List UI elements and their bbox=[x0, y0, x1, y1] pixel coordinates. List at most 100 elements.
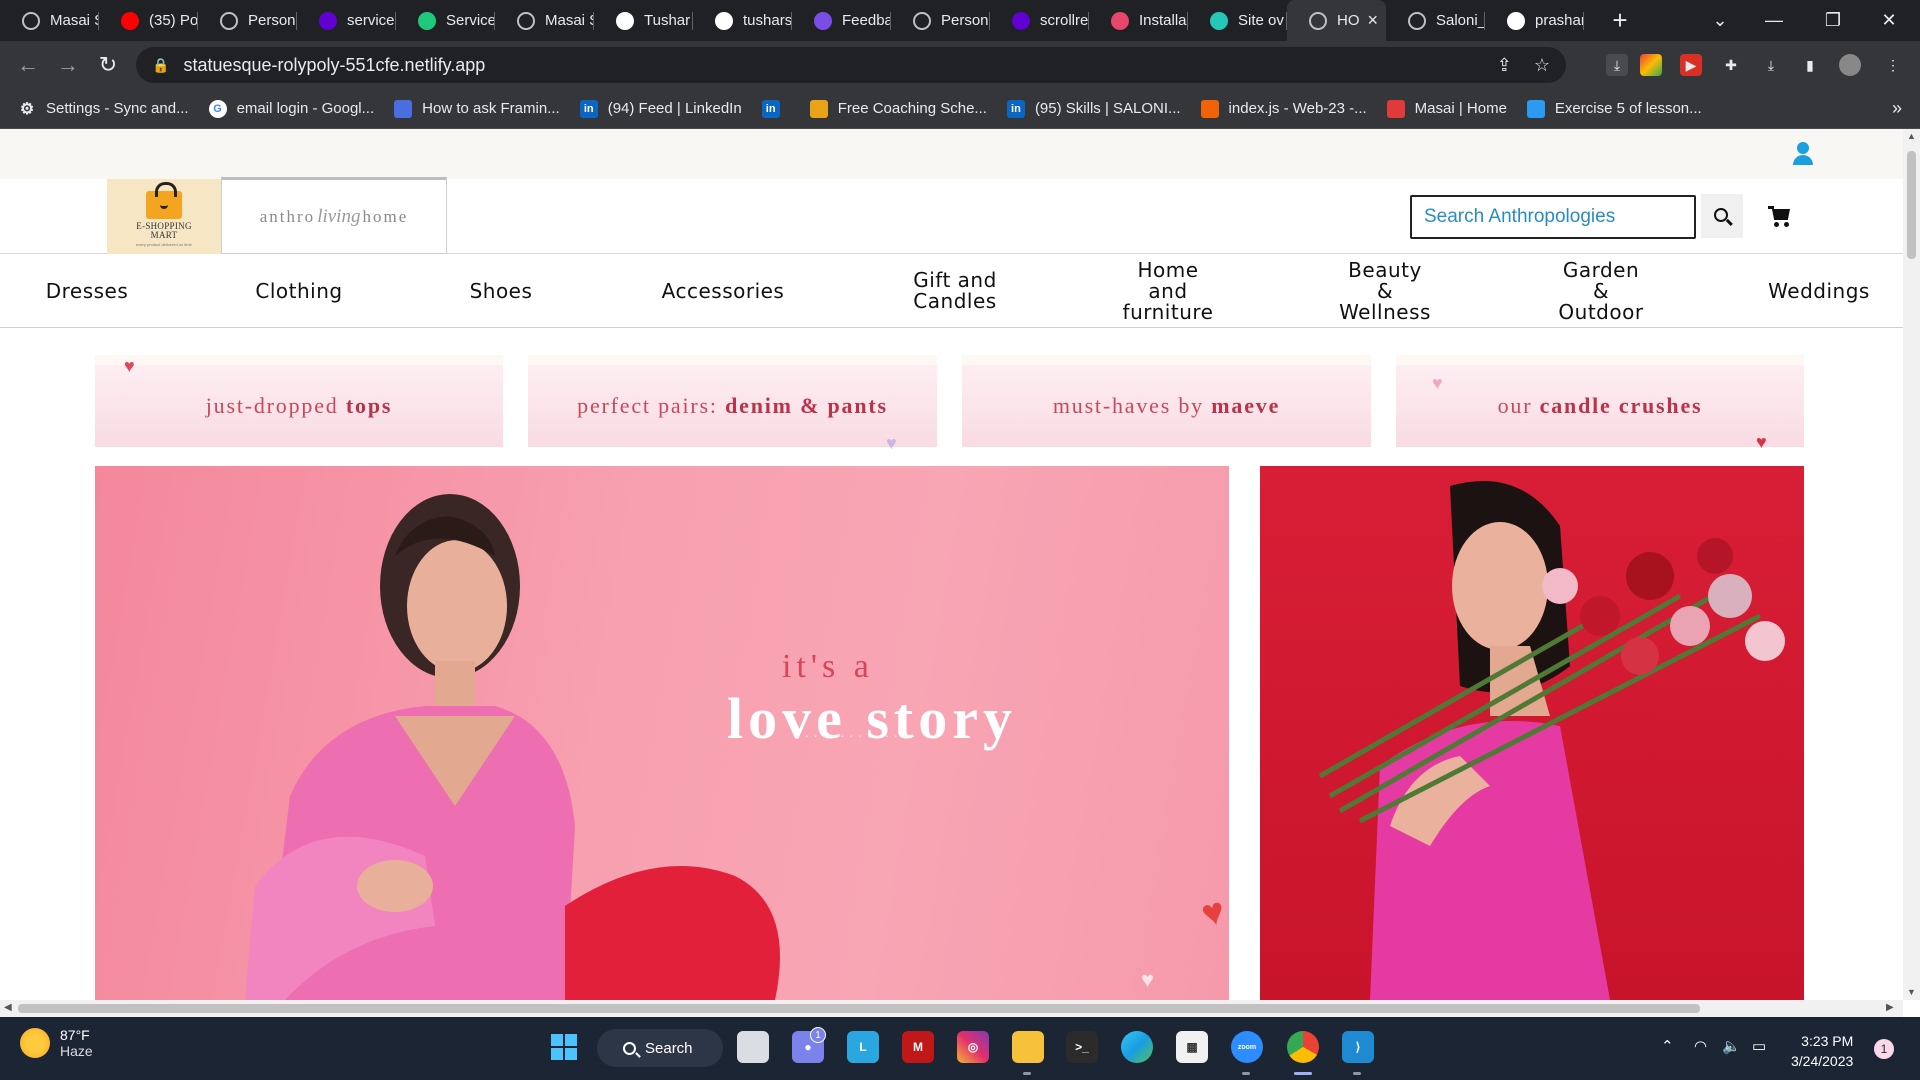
minimize-button[interactable]: — bbox=[1751, 0, 1797, 41]
nav-item[interactable]: Home and furniture bbox=[1068, 254, 1268, 328]
scrollbar-thumb[interactable] bbox=[1907, 151, 1916, 259]
restore-button[interactable]: ❐ bbox=[1810, 0, 1856, 41]
zoom-icon[interactable]: zoom bbox=[1231, 1031, 1263, 1063]
lightshot-icon[interactable]: L bbox=[847, 1031, 879, 1063]
windows-start-icon[interactable] bbox=[548, 1031, 580, 1063]
browser-tab[interactable]: Installa bbox=[1089, 0, 1188, 41]
hero-banner-image[interactable] bbox=[95, 466, 1229, 1000]
scroll-down-icon[interactable]: ▼ bbox=[1907, 987, 1916, 997]
bookmark-item[interactable]: in (95) Skills | SALONI... bbox=[1006, 99, 1181, 118]
browser-tab[interactable]: Site ov bbox=[1188, 0, 1287, 41]
volume-icon[interactable]: 🔈 bbox=[1722, 1037, 1741, 1055]
bookmark-item[interactable]: Free Coaching Sche... bbox=[809, 99, 987, 118]
eshopping-mart-logo[interactable]: E-SHOPPING MART every product delivered o… bbox=[107, 179, 221, 254]
nav-item[interactable]: Gift and Candles bbox=[855, 254, 1055, 328]
extension-1-icon[interactable]: ⤓ bbox=[1600, 41, 1634, 89]
url-text[interactable]: statuesque-rolypoly-551cfe.netlify.app bbox=[183, 55, 485, 76]
bookmark-item[interactable]: in (94) Feed | LinkedIn bbox=[579, 99, 742, 118]
forward-button[interactable]: → bbox=[48, 45, 88, 85]
file-explorer-icon[interactable] bbox=[1012, 1031, 1044, 1063]
more-bookmarks-icon[interactable]: » bbox=[1892, 98, 1902, 119]
browser-tab[interactable]: Saloni_ bbox=[1386, 0, 1485, 41]
browser-tab[interactable]: Tushar bbox=[594, 0, 693, 41]
chrome-icon[interactable] bbox=[1287, 1031, 1319, 1063]
instagram-icon[interactable]: ◎ bbox=[957, 1031, 989, 1063]
system-clock[interactable]: 3:23 PM 3/24/2023 bbox=[1791, 1031, 1853, 1071]
promo-tile[interactable]: our candle crushes bbox=[1396, 355, 1804, 447]
bookmark-item[interactable]: ⚙ Settings - Sync and... bbox=[18, 100, 189, 118]
close-tab-icon[interactable]: × bbox=[1368, 10, 1379, 31]
bookmark-item[interactable]: index.js - Web-23 -... bbox=[1200, 99, 1367, 118]
browser-tab[interactable]: Service bbox=[396, 0, 495, 41]
nav-item[interactable]: Clothing bbox=[199, 254, 399, 328]
horizontal-scrollbar[interactable]: ◀ ▶ bbox=[0, 1000, 1903, 1017]
scroll-up-icon[interactable]: ▲ bbox=[1907, 131, 1916, 141]
browser-tab[interactable]: Feedba bbox=[792, 0, 891, 41]
address-bar[interactable]: 🔒 statuesque-rolypoly-551cfe.netlify.app… bbox=[136, 47, 1566, 83]
bookmark-item[interactable]: in bbox=[761, 99, 790, 118]
extensions-puzzle-icon[interactable]: ✚ bbox=[1714, 41, 1748, 89]
share-icon[interactable]: ⇪ bbox=[1497, 55, 1512, 76]
vscode-icon[interactable]: ⟩ bbox=[1342, 1031, 1374, 1063]
weather-widget[interactable]: 87°F Haze bbox=[20, 1027, 93, 1059]
nav-item[interactable]: Shoes bbox=[401, 254, 601, 328]
bookmark-item[interactable]: How to ask Framin... bbox=[394, 99, 560, 118]
taskbar-search[interactable]: Search bbox=[597, 1029, 723, 1067]
browser-tab[interactable]: tushars bbox=[693, 0, 792, 41]
reload-button[interactable]: ↻ bbox=[88, 45, 128, 85]
extension-2-icon[interactable] bbox=[1634, 41, 1668, 89]
promo-tile[interactable]: must-haves by maeve bbox=[962, 355, 1371, 447]
promo-tile[interactable]: perfect pairs: denim & pants bbox=[528, 355, 937, 447]
browser-tab[interactable]: prashar bbox=[1485, 0, 1584, 41]
browser-tab[interactable]: Masai S bbox=[495, 0, 594, 41]
nav-item[interactable]: Garden & Outdoor bbox=[1501, 254, 1701, 328]
nav-item[interactable]: Dresses bbox=[0, 254, 187, 328]
bookmark-item[interactable]: Exercise 5 of lesson... bbox=[1526, 99, 1702, 118]
back-button[interactable]: ← bbox=[8, 45, 48, 85]
nav-item[interactable]: Weddings bbox=[1719, 254, 1903, 328]
mcafee-icon[interactable]: M bbox=[902, 1031, 934, 1063]
user-account-icon[interactable] bbox=[1792, 142, 1814, 166]
chrome-menu-icon[interactable]: ⋮ bbox=[1876, 41, 1910, 89]
browser-tab[interactable]: Masai S bbox=[0, 0, 99, 41]
browser-tab[interactable]: (35) Po bbox=[99, 0, 198, 41]
scroll-right-icon[interactable]: ▶ bbox=[1886, 1002, 1894, 1013]
promo-tile[interactable]: just-dropped tops bbox=[95, 355, 503, 447]
scroll-left-icon[interactable]: ◀ bbox=[4, 1002, 12, 1013]
bookmark-star-icon[interactable]: ☆ bbox=[1534, 55, 1550, 76]
tab-search-icon[interactable]: ⌄ bbox=[1697, 0, 1743, 41]
battery-icon[interactable]: ▭ bbox=[1752, 1037, 1766, 1055]
roses-model-image[interactable] bbox=[1260, 466, 1804, 1000]
browser-tab[interactable]: Person bbox=[891, 0, 990, 41]
terminal-icon[interactable]: >_ bbox=[1066, 1031, 1098, 1063]
browser-tab[interactable]: service bbox=[297, 0, 396, 41]
bookmark-item[interactable]: Gemail login - Googl... bbox=[208, 99, 374, 118]
downloads-icon[interactable]: ⤓ bbox=[1754, 41, 1788, 89]
scrollbar-thumb[interactable] bbox=[18, 1004, 1700, 1013]
extension-3-icon[interactable]: ▶ bbox=[1674, 41, 1708, 89]
vuetify-icon bbox=[418, 11, 436, 30]
search-button[interactable] bbox=[1701, 194, 1743, 238]
browser-tab[interactable]: Persona bbox=[198, 0, 297, 41]
hero-dots: .............. bbox=[796, 724, 921, 740]
show-hidden-icons-chevron-icon[interactable]: ⌃ bbox=[1661, 1037, 1674, 1055]
nav-item[interactable]: Accessories bbox=[623, 254, 823, 328]
vertical-scrollbar[interactable]: ▲ ▼ bbox=[1903, 129, 1920, 1000]
bookmark-item[interactable]: Masai | Home bbox=[1386, 99, 1507, 118]
wifi-icon[interactable]: ◠ bbox=[1694, 1037, 1707, 1055]
nav-item[interactable]: Beauty & Wellness bbox=[1285, 254, 1485, 328]
notification-badge[interactable]: 1 bbox=[1874, 1039, 1894, 1059]
anthro-living-home-logo[interactable]: anthro living home bbox=[221, 177, 447, 254]
browser-tab[interactable]: HO × bbox=[1287, 0, 1386, 41]
weather-desc: Haze bbox=[60, 1043, 93, 1059]
cart-icon[interactable] bbox=[1768, 206, 1792, 228]
edge-icon[interactable] bbox=[1121, 1031, 1153, 1063]
side-panel-icon[interactable]: ▮ bbox=[1793, 41, 1827, 89]
search-input[interactable] bbox=[1410, 195, 1696, 239]
close-window-button[interactable]: ✕ bbox=[1866, 0, 1912, 41]
new-tab-button[interactable]: + bbox=[1600, 0, 1640, 41]
microsoft-store-icon[interactable]: ▦ bbox=[1176, 1031, 1208, 1063]
task-view-icon[interactable] bbox=[737, 1031, 769, 1063]
browser-tab[interactable]: scrollre bbox=[990, 0, 1089, 41]
profile-avatar-icon[interactable] bbox=[1833, 41, 1867, 89]
